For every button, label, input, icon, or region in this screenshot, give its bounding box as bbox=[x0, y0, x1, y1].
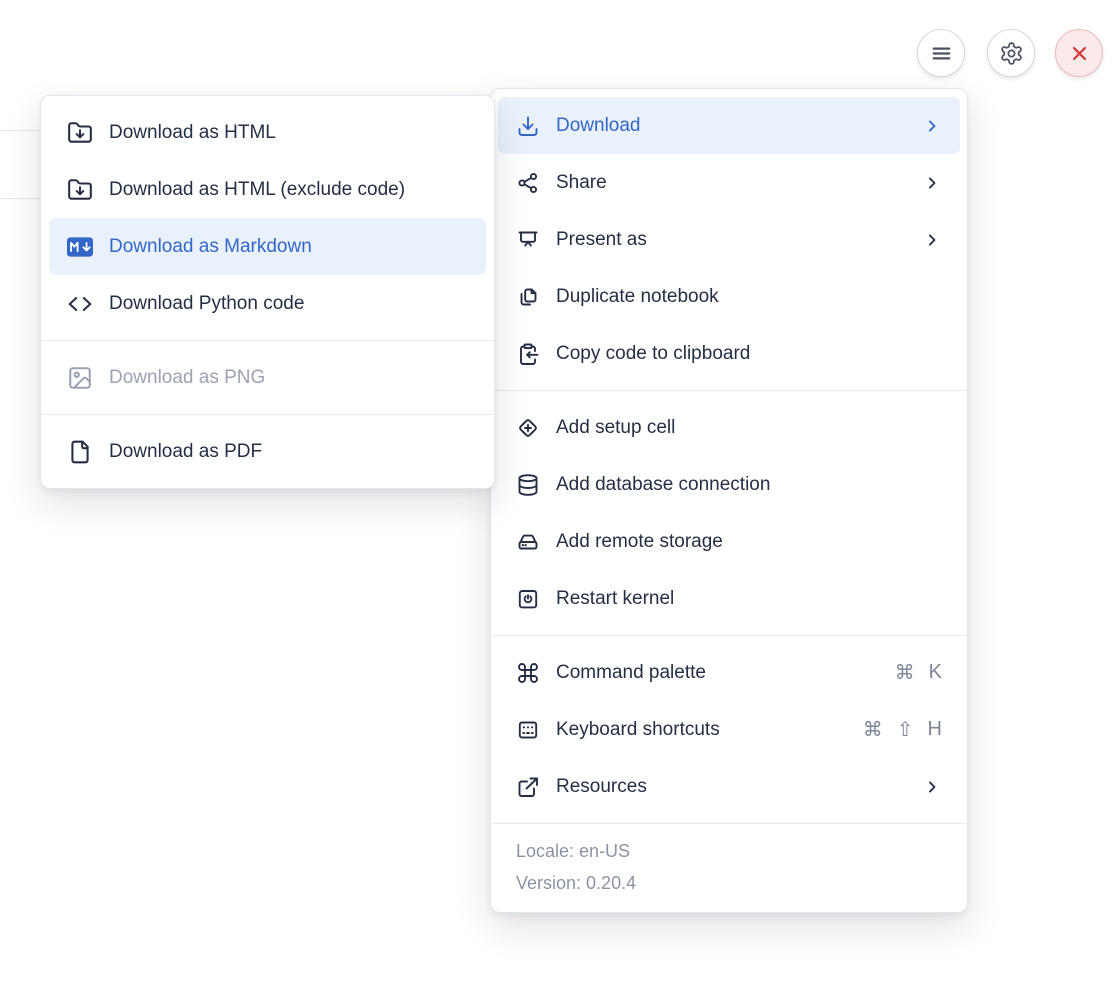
menu-item-label: Download as PNG bbox=[109, 367, 468, 389]
menu-item-resources[interactable]: Resources bbox=[498, 758, 960, 815]
chevron-right-icon bbox=[922, 230, 942, 250]
menu-item-label: Copy code to clipboard bbox=[556, 343, 942, 365]
menu-item-label: Resources bbox=[556, 776, 906, 798]
menu-group: Add setup cell Add database connection Add… bbox=[491, 390, 967, 635]
menu-item-restart-kernel[interactable]: Restart kernel bbox=[498, 570, 960, 627]
menu-item-label: Download as HTML bbox=[109, 122, 468, 144]
menu-item-add-setup-cell[interactable]: Add setup cell bbox=[498, 399, 960, 456]
menu-item-label: Download as HTML (exclude code) bbox=[109, 179, 468, 201]
code-icon bbox=[67, 291, 93, 317]
share-icon bbox=[516, 171, 540, 195]
database-icon bbox=[516, 473, 540, 497]
menu-item-keyboard-shortcuts[interactable]: Keyboard shortcuts ⌘ ⇧ H bbox=[498, 701, 960, 758]
image-icon bbox=[67, 365, 93, 391]
shortcut-hint: ⌘K bbox=[895, 660, 942, 685]
menu-group: Download Share Present as Duplicate noteboo… bbox=[491, 89, 967, 390]
diamond-plus-icon bbox=[516, 416, 540, 440]
keyboard-icon bbox=[516, 718, 540, 742]
file-icon bbox=[67, 439, 93, 465]
settings-button[interactable] bbox=[987, 29, 1035, 77]
folder-down-icon bbox=[67, 177, 93, 203]
menu-item-download-as-html-exclude-code[interactable]: Download as HTML (exclude code) bbox=[49, 161, 486, 218]
menu-item-add-database-connection[interactable]: Add database connection bbox=[498, 456, 960, 513]
shortcut-key: K bbox=[929, 661, 942, 684]
menu-item-add-remote-storage[interactable]: Add remote storage bbox=[498, 513, 960, 570]
download-icon bbox=[516, 114, 540, 138]
shortcut-hint: ⌘ ⇧ H bbox=[863, 717, 942, 742]
menu-item-label: Add remote storage bbox=[556, 531, 942, 553]
menu-item-copy-code-to-clipboard[interactable]: Copy code to clipboard bbox=[498, 325, 960, 382]
shutdown-button[interactable] bbox=[1055, 29, 1103, 77]
menu-item-label: Download as PDF bbox=[109, 441, 468, 463]
locale-text: Locale: en-US bbox=[516, 835, 949, 867]
shortcut-key: ⌘ bbox=[863, 717, 883, 742]
menu-group: Download as PNG bbox=[41, 340, 494, 414]
close-icon bbox=[1067, 41, 1092, 66]
clipboard-copy-icon bbox=[516, 342, 540, 366]
menu-item-label: Present as bbox=[556, 229, 906, 251]
chevron-right-icon bbox=[922, 116, 942, 136]
folder-down-icon bbox=[67, 120, 93, 146]
menu-group: Command palette⌘KKeyboard shortcuts⌘⇧HRe… bbox=[491, 635, 967, 823]
menu-item-present-as[interactable]: Present as bbox=[498, 211, 960, 268]
menu-item-command-palette[interactable]: Command palette⌘K bbox=[498, 644, 960, 701]
chevron-right-icon bbox=[922, 173, 942, 193]
hamburger-icon bbox=[929, 41, 954, 66]
menu-item-label: Add database connection bbox=[556, 474, 942, 496]
menu-item-download-as-pdf[interactable]: Download as PDF bbox=[49, 423, 486, 480]
menu-item-download-as-png: Download as PNG bbox=[49, 349, 486, 406]
markdown-download-icon bbox=[67, 234, 93, 260]
menu-item-label: Add setup cell bbox=[556, 417, 942, 439]
menu-item-label: Share bbox=[556, 172, 906, 194]
menu-item-share[interactable]: Share bbox=[498, 154, 960, 211]
menu-item-label: Download bbox=[556, 115, 906, 137]
menu-item-download[interactable]: Download bbox=[498, 97, 960, 154]
menu-item-label: Download as Markdown bbox=[109, 236, 468, 258]
external-link-icon bbox=[516, 775, 540, 799]
menu-item-label: Command palette bbox=[556, 662, 879, 684]
duplicate-icon bbox=[516, 285, 540, 309]
shortcut-key: ⌘ bbox=[895, 660, 915, 685]
menu-item-duplicate-notebook[interactable]: Duplicate notebook bbox=[498, 268, 960, 325]
shortcut-key: H bbox=[928, 718, 942, 741]
menu-item-label: Keyboard shortcuts bbox=[556, 719, 847, 741]
menu-group: Download as HTML Download as HTML (exclud… bbox=[41, 96, 494, 340]
gear-icon bbox=[999, 41, 1024, 66]
menu-item-label: Download Python code bbox=[109, 293, 468, 315]
shortcut-key: ⇧ bbox=[897, 717, 914, 742]
menu-item-label: Restart kernel bbox=[556, 588, 942, 610]
version-text: Version: 0.20.4 bbox=[516, 867, 949, 899]
presentation-icon bbox=[516, 228, 540, 252]
menu-item-download-python-code[interactable]: Download Python code bbox=[49, 275, 486, 332]
command-icon bbox=[516, 661, 540, 685]
menu-item-download-as-markdown[interactable]: Download as Markdown bbox=[49, 218, 486, 275]
menu-footer: Locale: en-US Version: 0.20.4 bbox=[491, 823, 967, 912]
menu-item-download-as-html[interactable]: Download as HTML bbox=[49, 104, 486, 161]
menu-item-label: Duplicate notebook bbox=[556, 286, 942, 308]
notebook-menu-button[interactable] bbox=[917, 29, 965, 77]
hard-drive-icon bbox=[516, 530, 540, 554]
download-submenu: Download as HTML Download as HTML (exclud… bbox=[40, 95, 495, 489]
power-square-icon bbox=[516, 587, 540, 611]
notebook-menu: Download Share Present as Duplicate noteboo… bbox=[490, 88, 968, 913]
background-cell-border-bottom bbox=[0, 198, 40, 199]
menu-group: Download as PDF bbox=[41, 414, 494, 488]
background-cell-border-top bbox=[0, 130, 40, 131]
chevron-right-icon bbox=[922, 777, 942, 797]
